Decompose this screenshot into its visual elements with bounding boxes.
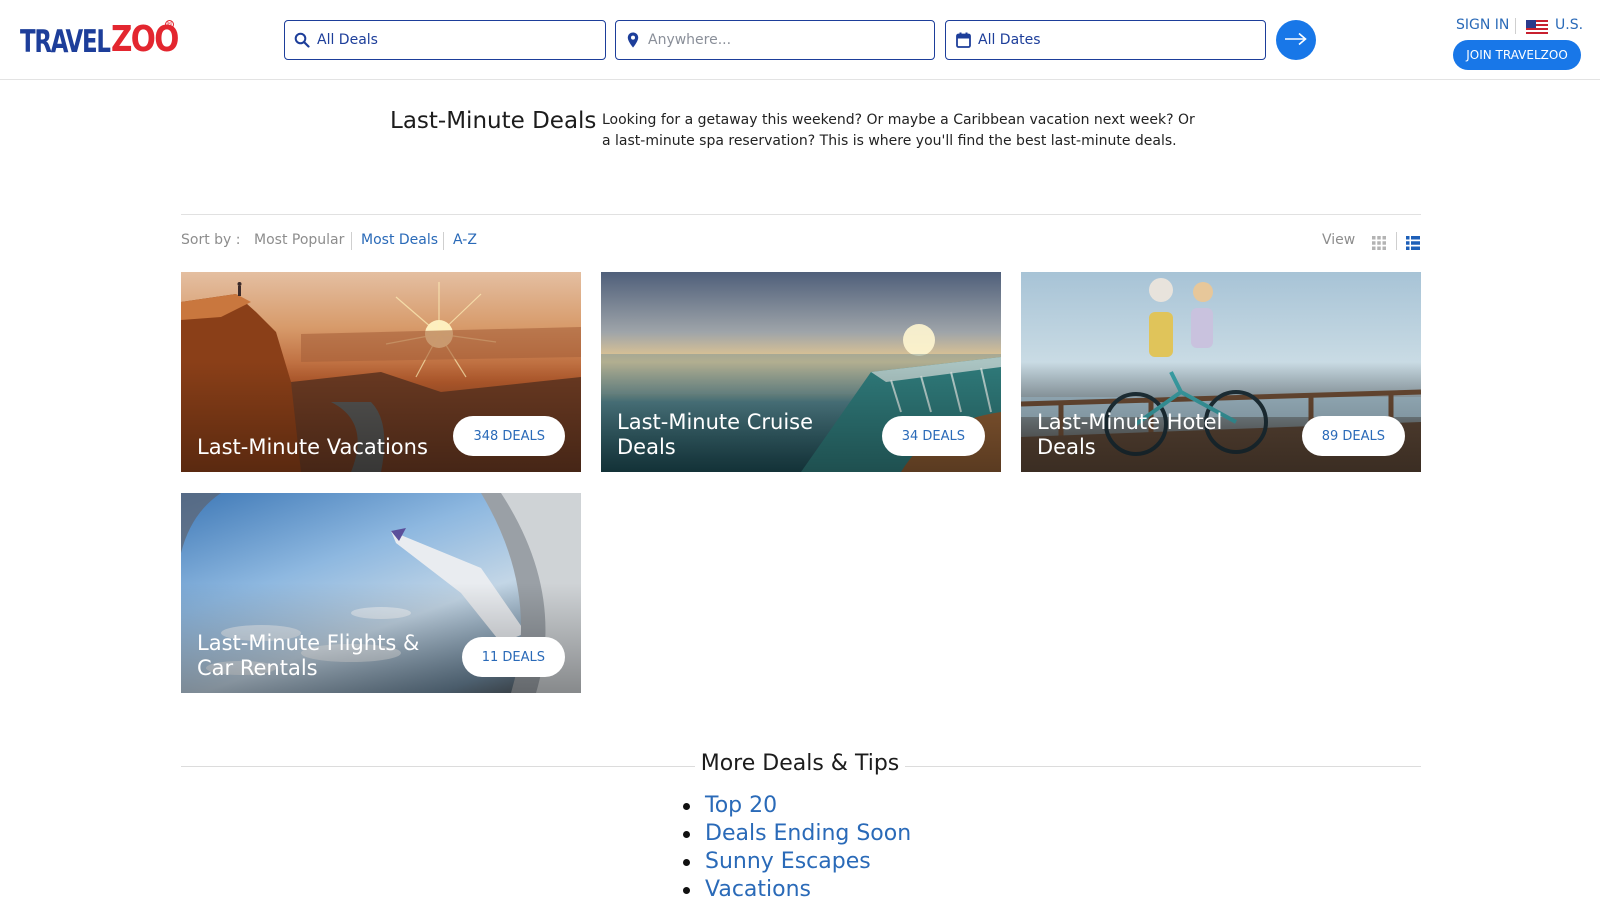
sort-divider bbox=[443, 232, 444, 250]
section-divider bbox=[181, 214, 1421, 215]
travelzoo-logo[interactable]: TRAVEL ZOO ® bbox=[20, 18, 193, 60]
deal-type-field[interactable]: All Deals bbox=[284, 20, 606, 60]
deal-card-flights[interactable]: Last-Minute Flights & Car Rentals 11 DEA… bbox=[181, 493, 581, 693]
card-title: Last-Minute Vacations bbox=[197, 435, 428, 459]
deal-card-hotel[interactable]: Last-Minute Hotel Deals 89 DEALS bbox=[1021, 272, 1421, 472]
more-divider-right bbox=[905, 766, 1421, 767]
deal-card-cruise[interactable]: Last-Minute Cruise Deals 34 DEALS bbox=[601, 272, 1001, 472]
us-flag-icon[interactable] bbox=[1526, 19, 1548, 34]
card-title: Last-Minute Cruise Deals bbox=[617, 410, 814, 459]
location-pin-icon bbox=[624, 31, 642, 49]
more-deals-heading: More Deals & Tips bbox=[700, 751, 900, 776]
dates-value: All Dates bbox=[978, 32, 1041, 48]
arrow-right-icon bbox=[1284, 31, 1308, 50]
more-deals-list: Top 20 Deals Ending Soon Sunny Escapes V… bbox=[682, 792, 911, 900]
calendar-icon bbox=[954, 31, 972, 49]
registered-mark: ® bbox=[165, 20, 174, 29]
deal-count-badge[interactable]: 89 DEALS bbox=[1301, 416, 1405, 456]
intro-description: Looking for a getaway this weekend? Or m… bbox=[602, 112, 1195, 149]
deal-type-value: All Deals bbox=[317, 32, 378, 48]
sort-divider bbox=[351, 232, 352, 250]
destination-field[interactable]: Anywhere... bbox=[615, 20, 935, 60]
view-divider bbox=[1396, 232, 1397, 250]
more-link-vacations[interactable]: Vacations bbox=[682, 876, 911, 900]
search-icon bbox=[293, 31, 311, 49]
sign-in-link[interactable]: SIGN IN bbox=[1456, 17, 1509, 33]
more-link-deals-ending-soon[interactable]: Deals Ending Soon bbox=[682, 820, 911, 848]
sort-a-z[interactable]: A-Z bbox=[453, 232, 477, 248]
card-title: Last-Minute Hotel Deals bbox=[1037, 410, 1223, 459]
view-label: View bbox=[1322, 232, 1356, 248]
dates-field[interactable]: All Dates bbox=[945, 20, 1266, 60]
sort-most-popular[interactable]: Most Popular bbox=[254, 232, 344, 248]
site-header: TRAVEL ZOO ® All Deals Anywhere... All D… bbox=[0, 0, 1600, 80]
deal-count-badge[interactable]: 34 DEALS bbox=[881, 416, 985, 456]
deal-card-vacations[interactable]: Last-Minute Vacations 348 DEALS bbox=[181, 272, 581, 472]
destination-placeholder: Anywhere... bbox=[648, 32, 732, 48]
search-submit-button[interactable] bbox=[1276, 20, 1316, 60]
region-selector[interactable]: U.S. bbox=[1555, 17, 1583, 33]
sort-label: Sort by : bbox=[181, 232, 241, 248]
more-divider-left bbox=[181, 766, 695, 767]
grid-view-icon[interactable] bbox=[1372, 235, 1386, 250]
sort-most-deals[interactable]: Most Deals bbox=[361, 232, 438, 248]
deal-count-badge[interactable]: 11 DEALS bbox=[461, 637, 565, 677]
deal-count-badge[interactable]: 348 DEALS bbox=[453, 416, 565, 456]
card-title: Last-Minute Flights & Car Rentals bbox=[197, 631, 420, 680]
more-link-top-20[interactable]: Top 20 bbox=[682, 792, 911, 820]
join-button[interactable]: JOIN TRAVELZOO bbox=[1453, 40, 1581, 70]
list-view-icon[interactable] bbox=[1406, 235, 1420, 250]
header-divider bbox=[1515, 18, 1516, 34]
more-link-sunny-escapes[interactable]: Sunny Escapes bbox=[682, 848, 911, 876]
page-title: Last-Minute Deals bbox=[390, 108, 597, 134]
logo-text-travel: TRAVEL bbox=[20, 24, 111, 60]
